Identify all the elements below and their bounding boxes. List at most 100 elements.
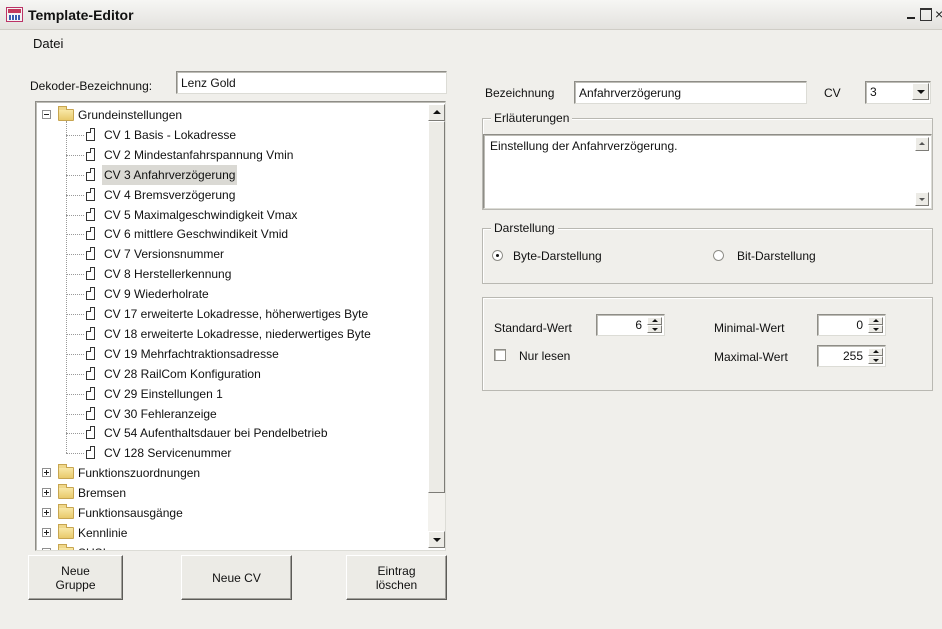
tree-group[interactable]: Bremsen xyxy=(38,483,426,503)
tree-connector xyxy=(66,194,84,196)
tree-cv-item[interactable]: CV 30 Fehleranzeige xyxy=(38,404,426,424)
tree-cv-item[interactable]: CV 5 Maximalgeschwindigkeit Vmax xyxy=(38,205,426,225)
minimize-button[interactable] xyxy=(905,8,917,21)
scroll-up-button[interactable] xyxy=(428,104,445,121)
tree-group[interactable]: Funktionszuordnungen xyxy=(38,463,426,483)
minimal-spin-down[interactable] xyxy=(868,325,883,333)
tree-cv-item[interactable]: CV 18 erweiterte Lokadresse, niederwerti… xyxy=(38,324,426,344)
cv-select[interactable]: 3 xyxy=(865,81,931,104)
new-cv-button[interactable]: Neue CV xyxy=(181,555,292,600)
tree-group-label: Grundeinstellungen xyxy=(78,108,183,122)
tree-cv-item[interactable]: CV 1 Basis - Lokadresse xyxy=(38,125,426,145)
tree-cv-item[interactable]: CV 6 mittlere Geschwindikeit Vmid xyxy=(38,224,426,244)
tree-group-label: Funktionsausgänge xyxy=(78,506,183,520)
tree-cv-label: CV 128 Servicenummer xyxy=(104,446,232,461)
minimal-value-label: Minimal-Wert xyxy=(714,321,785,335)
standard-value-spinner[interactable]: 6 xyxy=(596,314,665,336)
collapse-icon[interactable] xyxy=(42,110,51,119)
cv-label: CV xyxy=(824,86,841,100)
bezeichnung-input[interactable] xyxy=(574,81,807,104)
tree-connector xyxy=(66,154,84,156)
tree-connector-vertical xyxy=(66,120,67,454)
tree-group[interactable]: Funktionsausgänge xyxy=(38,503,426,523)
standard-value-label: Standard-Wert xyxy=(494,321,572,335)
document-icon xyxy=(86,227,95,241)
tree-cv-item[interactable]: CV 19 Mehrfachtraktionsadresse xyxy=(38,344,426,364)
tree-connector xyxy=(66,254,84,256)
tree-cv-label: CV 7 Versionsnummer xyxy=(104,247,225,262)
tree-cv-item[interactable]: CV 17 erweiterte Lokadresse, höherwertig… xyxy=(38,304,426,324)
byte-display-radio[interactable] xyxy=(492,250,503,261)
tree-cv-item[interactable]: CV 128 Servicenummer xyxy=(38,443,426,463)
erlaeuterungen-textarea[interactable]: Einstellung der Anfahrverzögerung. xyxy=(483,134,932,209)
tree-cv-item[interactable]: CV 4 Bremsverzögerung xyxy=(38,185,426,205)
erlaeuterungen-group: Erläuterungen Einstellung der Anfahrverz… xyxy=(482,111,933,210)
tree-cv-item[interactable]: CV 7 Versionsnummer xyxy=(38,244,426,264)
tree-cv-label: CV 19 Mehrfachtraktionsadresse xyxy=(104,346,279,361)
maximal-value: 255 xyxy=(842,349,863,363)
maximal-spin-down[interactable] xyxy=(868,356,883,364)
standard-value: 6 xyxy=(635,318,642,332)
scroll-thumb[interactable] xyxy=(428,121,445,493)
expand-icon[interactable] xyxy=(42,468,51,478)
tree-cv-label: CV 8 Herstellerkennung xyxy=(104,267,232,282)
tree-connector xyxy=(66,294,84,296)
expand-icon[interactable] xyxy=(42,527,51,537)
tree-group[interactable]: SUSI xyxy=(38,543,426,550)
tree-cv-item[interactable]: CV 29 Einstellungen 1 xyxy=(38,384,426,404)
tree-cv-label: CV 1 Basis - Lokadresse xyxy=(104,127,237,142)
delete-entry-button[interactable]: Eintrag löschen xyxy=(346,555,447,600)
cv-dropdown-button[interactable] xyxy=(912,83,929,100)
textarea-scroll-down[interactable] xyxy=(915,192,929,206)
tree-connector xyxy=(66,234,84,236)
decoder-name-input[interactable] xyxy=(176,71,447,94)
tree-group[interactable]: Kennlinie xyxy=(38,523,426,543)
tree-cv-label: CV 29 Einstellungen 1 xyxy=(104,386,223,401)
tree-cv-item[interactable]: CV 54 Aufenthaltsdauer bei Pendelbetrieb xyxy=(38,423,426,443)
tree-connector xyxy=(66,413,84,415)
scroll-down-button[interactable] xyxy=(428,531,445,548)
bit-display-radio[interactable] xyxy=(713,250,724,261)
minimal-value: 0 xyxy=(856,318,863,332)
tree-connector xyxy=(66,314,84,315)
tree-cv-label: CV 3 Anfahrverzögerung xyxy=(102,164,238,185)
standard-spin-down[interactable] xyxy=(647,325,662,333)
expand-icon[interactable] xyxy=(42,508,51,517)
minimal-spin-up[interactable] xyxy=(868,317,883,325)
maximal-spin-up[interactable] xyxy=(868,348,883,356)
tree-cv-item[interactable]: CV 2 Mindestanfahrspannung Vmin xyxy=(38,145,426,165)
tree-cv-item[interactable]: CV 28 RailCom Konfiguration xyxy=(38,364,426,384)
tree-cv-item[interactable]: CV 3 Anfahrverzögerung xyxy=(38,164,426,185)
document-icon xyxy=(86,167,95,181)
tree-scrollbar[interactable] xyxy=(428,104,445,548)
new-group-button[interactable]: Neue Gruppe xyxy=(28,555,123,600)
maximize-button[interactable] xyxy=(920,8,932,21)
tree-cv-item[interactable]: CV 9 Wiederholrate xyxy=(38,284,426,304)
folder-icon xyxy=(58,464,74,480)
tree-cv-label: CV 18 erweiterte Lokadresse, niederwerti… xyxy=(104,326,371,341)
cv-tree[interactable]: Grundeinstellungen CV 1 Basis - Lokadress… xyxy=(35,101,446,551)
standard-spin-up[interactable] xyxy=(647,317,662,325)
tree-connector xyxy=(66,353,84,355)
tree-group-label: SUSI xyxy=(78,543,106,550)
values-group: Standard-Wert 6 Nur lesen Minimal-Wert 0… xyxy=(482,297,933,391)
textarea-scroll-up[interactable] xyxy=(915,137,929,151)
tree-cv-item[interactable]: CV 8 Herstellerkennung xyxy=(38,264,426,284)
close-button[interactable]: × xyxy=(935,8,942,21)
tree-group[interactable]: Grundeinstellungen xyxy=(38,105,426,125)
expand-icon[interactable] xyxy=(42,547,51,550)
readonly-checkbox[interactable] xyxy=(494,349,506,361)
tree-connector xyxy=(66,453,84,455)
minimal-value-spinner[interactable]: 0 xyxy=(817,314,886,336)
readonly-label: Nur lesen xyxy=(519,349,571,363)
document-icon xyxy=(86,147,95,161)
document-icon xyxy=(86,366,95,380)
menu-datei[interactable]: Datei xyxy=(33,36,63,51)
darstellung-group: Darstellung Byte-Darstellung Bit-Darstel… xyxy=(482,221,933,284)
tree-cv-label: CV 9 Wiederholrate xyxy=(104,287,209,302)
expand-icon[interactable] xyxy=(42,488,51,498)
tree-cv-label: CV 4 Bremsverzögerung xyxy=(104,187,236,202)
document-icon xyxy=(86,307,95,320)
app-icon xyxy=(6,7,23,22)
maximal-value-spinner[interactable]: 255 xyxy=(817,345,886,367)
